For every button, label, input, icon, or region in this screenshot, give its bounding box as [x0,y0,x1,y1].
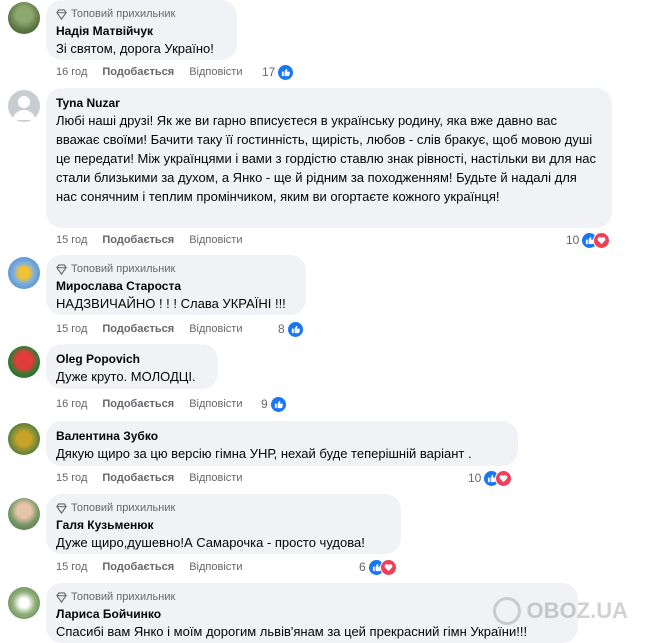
diamond-icon [56,591,67,603]
commenter-name[interactable]: Валентина Зубко [56,428,507,444]
top-fan-badge: Топовий прихильник [56,262,295,276]
reaction-count: 10 [468,471,482,485]
comment-bubble: Валентина Зубко Дякую щиро за цю версію … [46,421,518,466]
comment-text: Дуже щиро,душевно!А Самарочка - просто ч… [56,535,365,550]
commenter-name[interactable]: Мирослава Староста [56,278,295,294]
timestamp[interactable]: 16 год [56,396,87,412]
comment-actions: 15 год Подобається Відповісти [56,559,242,575]
badge-label: Топовий прихильник [71,591,176,603]
top-fan-badge: Топовий прихильник [56,501,390,515]
reaction-summary[interactable]: 8 [278,320,304,338]
commenter-name[interactable]: Tyna Nuzar [56,95,601,111]
comment-actions: 16 год Подобається Відповісти [56,396,242,412]
reply-button[interactable]: Відповісти [189,64,242,80]
comment-bubble: Топовий прихильник Надія Матвійчук Зі св… [46,0,237,60]
diamond-icon [56,502,67,514]
reaction-count: 9 [261,397,268,411]
diamond-icon [56,263,67,275]
comment-bubble: Tyna Nuzar Любі наші друзі! Як же ви гар… [46,88,612,228]
like-reaction-icon [277,63,295,81]
reply-button[interactable]: Відповісти [189,559,242,575]
comment-bubble: Oleg Popovich Дуже круто. МОЛОДЦІ. [46,344,218,389]
default-avatar-icon [12,96,36,120]
diamond-icon [56,8,67,20]
comment-text: Зі святом, дорога Україно! [56,41,214,56]
watermark: OBOZ.UA [492,597,628,625]
love-reaction-icon [593,231,611,249]
commenter-name[interactable]: Надія Матвійчук [56,23,226,39]
top-fan-badge: Топовий прихильник [56,7,226,21]
like-reaction-icon [286,320,304,338]
watermark-text: OBOZ.UA [526,598,628,623]
like-reaction-icon [269,395,287,413]
comment-text: Дякую щиро за цю версію гімна УНР, нехай… [56,446,472,461]
reaction-summary[interactable]: 10 [468,469,513,487]
reaction-count: 10 [566,233,580,247]
commenter-name[interactable]: Лариса Бойчинко [56,606,567,622]
like-button[interactable]: Подобається [102,559,174,575]
comment-actions: 15 год Подобається Відповісти [56,232,242,248]
top-fan-badge: Топовий прихильник [56,590,567,604]
avatar[interactable] [8,257,40,289]
timestamp[interactable]: 15 год [56,321,87,337]
like-button[interactable]: Подобається [102,396,174,412]
commenter-name[interactable]: Галя Кузьменюк [56,517,390,533]
avatar[interactable] [8,2,40,34]
reply-button[interactable]: Відповісти [189,321,242,337]
commenter-name[interactable]: Oleg Popovich [56,351,207,367]
comment-text: НАДЗВИЧАЙНО ! ! ! Слава УКРАЇНІ !!! [56,296,286,311]
badge-label: Топовий прихильник [71,8,176,20]
reaction-count: 17 [262,65,276,79]
comment-actions: 15 год Подобається Відповісти [56,321,242,337]
reply-button[interactable]: Відповісти [189,396,242,412]
reply-button[interactable]: Відповісти [189,232,242,248]
avatar[interactable] [8,346,40,378]
reaction-summary[interactable]: 9 [261,395,287,413]
reaction-count: 8 [278,322,285,336]
love-reaction-icon [495,469,513,487]
like-button[interactable]: Подобається [102,470,174,486]
reply-button[interactable]: Відповісти [189,470,242,486]
like-button[interactable]: Подобається [102,232,174,248]
badge-label: Топовий прихильник [71,263,176,275]
timestamp[interactable]: 15 год [56,470,87,486]
comment-actions: 15 год Подобається Відповісти [56,470,242,486]
timestamp[interactable]: 15 год [56,232,87,248]
comment-bubble: Топовий прихильник Мирослава Староста НА… [46,255,306,315]
comment-text: Дуже круто. МОЛОДЦІ. [56,369,196,384]
comment-text: Спасибі вам Янко і моїм дорогим львів'ян… [56,624,528,639]
reaction-summary[interactable]: 6 [359,558,397,576]
globe-icon [492,597,521,625]
badge-label: Топовий прихильник [71,502,176,514]
avatar[interactable] [8,423,40,455]
reaction-summary[interactable]: 10 [566,231,611,249]
avatar[interactable] [8,90,40,122]
comment-bubble: Топовий прихильник Галя Кузьменюк Дуже щ… [46,494,401,554]
like-button[interactable]: Подобається [102,64,174,80]
comment-text: Любі наші друзі! Як же ви гарно вписуєте… [56,113,597,204]
reaction-count: 6 [359,560,366,574]
avatar[interactable] [8,587,40,619]
like-button[interactable]: Подобається [102,321,174,337]
love-reaction-icon [379,558,397,576]
avatar[interactable] [8,498,40,530]
comment-actions: 16 год Подобається Відповісти [56,64,242,80]
timestamp[interactable]: 16 год [56,64,87,80]
reaction-summary[interactable]: 17 [262,63,295,81]
timestamp[interactable]: 15 год [56,559,87,575]
